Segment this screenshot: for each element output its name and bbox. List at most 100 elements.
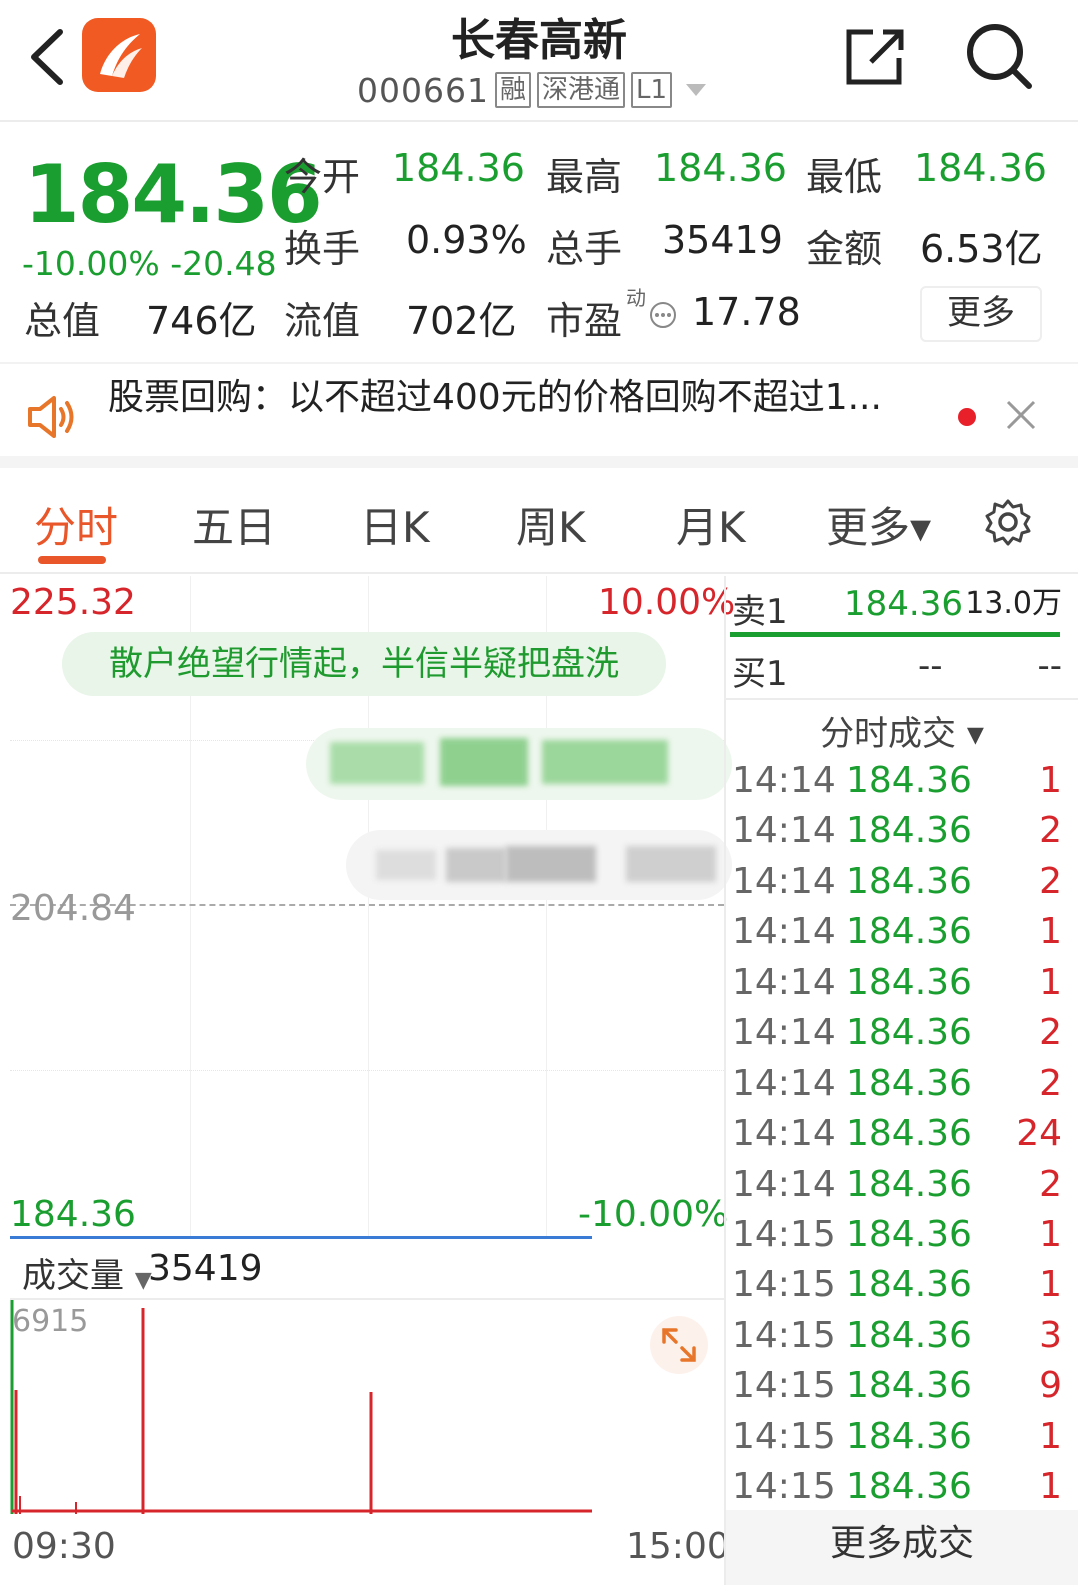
tick-volume: 1 — [1039, 1214, 1062, 1255]
tick-row: 14:15 184.36 1 — [732, 1214, 1064, 1264]
tick-row: 14:15 184.36 9 — [732, 1365, 1064, 1415]
axis-mid-price: 204.84 — [10, 888, 136, 929]
tick-price: 184.36 — [846, 1466, 972, 1507]
low-label: 最低 — [806, 155, 883, 199]
tick-time: 14:15 — [732, 1214, 836, 1255]
blurred-bubble — [306, 728, 732, 800]
connect-tag: 深港通 — [537, 72, 626, 108]
change-pct: -10.00% — [22, 244, 160, 283]
speaker-icon — [28, 396, 74, 438]
bid-1-price: -- — [918, 646, 943, 686]
tick-time: 14:14 — [732, 810, 836, 851]
tick-volume: 1 — [1039, 911, 1062, 952]
last-price: 184.36 — [24, 148, 323, 241]
news-headline[interactable]: 股票回购：以不超过400元的价格回购不超过1... — [108, 368, 882, 420]
tick-price: 184.36 — [846, 1365, 972, 1406]
tick-time: 14:14 — [732, 1113, 836, 1154]
tick-time: 14:15 — [732, 1315, 836, 1356]
tick-time: 14:14 — [732, 760, 836, 801]
tick-price: 184.36 — [846, 810, 972, 851]
tick-volume: 1 — [1039, 962, 1062, 1003]
ask-1-price: 184.36 — [844, 584, 963, 624]
volume-value: 35419 — [662, 218, 783, 262]
tick-time: 14:15 — [732, 1264, 836, 1305]
tab-five-day[interactable]: 五日 — [192, 494, 276, 555]
tick-volume: 24 — [1016, 1113, 1062, 1154]
float-value: 702亿 — [406, 299, 517, 343]
volume-total: 35419 — [148, 1248, 263, 1289]
tick-time: 14:14 — [732, 962, 836, 1003]
tick-volume: 2 — [1039, 861, 1062, 902]
tick-time: 14:14 — [732, 1063, 836, 1104]
tick-price: 184.36 — [846, 911, 972, 952]
tick-row: 14:14 184.36 1 — [732, 962, 1064, 1012]
open-label: 今开 — [284, 155, 361, 199]
change-abs: -20.48 — [170, 244, 277, 283]
tick-row: 14:15 184.36 1 — [732, 1466, 1064, 1516]
mcap-label: 总值 — [24, 299, 101, 343]
expand-icon[interactable] — [650, 1316, 708, 1374]
tick-row: 14:15 184.36 1 — [732, 1416, 1064, 1466]
axis-bottom-price: 184.36 — [10, 1194, 136, 1235]
bid-1-row: 买1 -- -- — [732, 646, 1062, 696]
axis-top-price: 225.32 — [10, 582, 136, 623]
ticks-header-select[interactable]: 分时成交 ▾ — [726, 706, 1078, 755]
tick-volume: 9 — [1039, 1365, 1062, 1406]
blurred-bubble — [346, 830, 732, 900]
tick-time: 14:14 — [732, 861, 836, 902]
chevron-down-icon[interactable] — [686, 84, 707, 96]
axis-top-pct: 10.00% — [598, 582, 736, 623]
ask-1-label: 卖1 — [732, 592, 788, 632]
share-icon[interactable] — [845, 26, 907, 86]
bid-1-label: 买1 — [732, 654, 788, 694]
pe-value: 17.78 — [692, 290, 801, 334]
amount-label: 金额 — [806, 227, 883, 271]
tab-weekly-k[interactable]: 周K — [516, 494, 586, 555]
gear-icon[interactable] — [984, 498, 1032, 546]
tick-volume: 2 — [1039, 810, 1062, 851]
tick-volume: 1 — [1039, 760, 1062, 801]
high-label: 最高 — [546, 155, 623, 199]
tick-time: 14:15 — [732, 1365, 836, 1406]
more-quote-button[interactable]: 更多 — [920, 286, 1042, 342]
volume-indicator-label: 成交量 — [22, 1256, 124, 1296]
tick-price: 184.36 — [846, 760, 972, 801]
tick-row: 14:14 184.36 2 — [732, 1164, 1064, 1214]
volume-bars — [10, 1300, 592, 1514]
tick-row: 14:15 184.36 3 — [732, 1315, 1064, 1365]
stock-subline: 000661 融 深港通 L1 — [357, 68, 707, 112]
amount-value: 6.53亿 — [920, 227, 1043, 271]
danmaku-bubble[interactable]: 散户绝望行情起，半信半疑把盘洗 — [62, 632, 666, 696]
tick-price: 184.36 — [846, 1164, 972, 1205]
tick-row: 14:14 184.36 1 — [732, 911, 1064, 961]
tick-time: 14:14 — [732, 911, 836, 952]
tab-monthly-k[interactable]: 月K — [676, 494, 746, 555]
margin-tag: 融 — [494, 72, 531, 108]
tick-volume: 2 — [1039, 1063, 1062, 1104]
tick-price: 184.36 — [846, 1264, 972, 1305]
tick-price: 184.36 — [846, 1214, 972, 1255]
tab-more[interactable]: 更多▾ — [826, 494, 931, 555]
ask-1-volume: 13.0万 — [965, 586, 1062, 621]
tab-daily-k[interactable]: 日K — [360, 494, 430, 555]
info-dots-icon[interactable] — [648, 300, 678, 330]
high-value: 184.36 — [654, 146, 787, 190]
grid-line — [10, 1070, 724, 1071]
mcap-value: 746亿 — [146, 299, 257, 343]
time-axis-start: 09:30 — [12, 1526, 116, 1567]
tick-row: 14:15 184.36 1 — [732, 1264, 1064, 1314]
close-icon[interactable] — [1004, 398, 1038, 432]
bid-1-volume: -- — [1037, 646, 1062, 686]
tick-price: 184.36 — [846, 1063, 972, 1104]
tick-volume: 1 — [1039, 1466, 1062, 1507]
tick-volume: 2 — [1039, 1012, 1062, 1053]
tab-intraday[interactable]: 分时 — [34, 494, 118, 555]
search-icon[interactable] — [963, 20, 1035, 92]
turnover-value: 0.93% — [406, 218, 527, 262]
float-label: 流值 — [284, 299, 361, 343]
volume-indicator-select[interactable]: 成交量 ▼ — [22, 1248, 152, 1297]
more-trades-button[interactable]: 更多成交 — [726, 1510, 1078, 1585]
tick-time: 14:15 — [732, 1466, 836, 1507]
tick-volume: 1 — [1039, 1416, 1062, 1457]
tick-volume: 1 — [1039, 1264, 1062, 1305]
